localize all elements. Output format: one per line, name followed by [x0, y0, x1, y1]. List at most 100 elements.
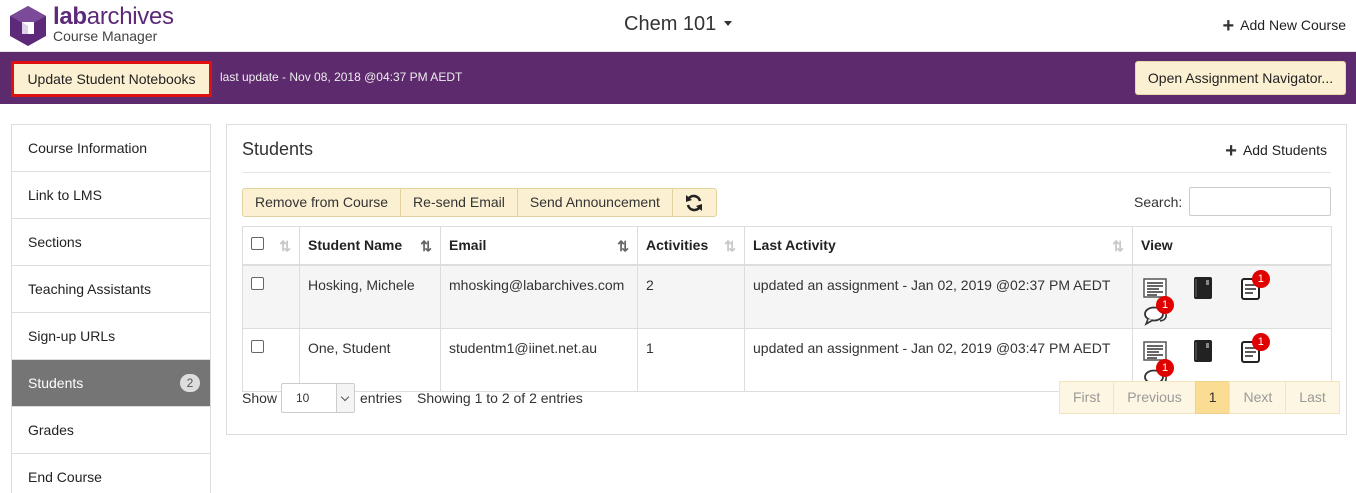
- sidebar-item-course-information[interactable]: Course Information: [12, 125, 210, 172]
- pager-first[interactable]: First: [1059, 381, 1115, 414]
- sidebar-item-students[interactable]: Students 2: [12, 360, 210, 407]
- sidebar-item-label: Course Information: [28, 140, 148, 156]
- column-header-view: View: [1132, 226, 1332, 266]
- email-cell: mhosking@labarchives.com: [440, 264, 638, 329]
- students-panel: Students + Add Students Remove from Cours…: [226, 124, 1347, 435]
- top-header: labarchives Course Manager Chem 101 + Add…: [0, 0, 1356, 52]
- pager-current-page[interactable]: 1: [1194, 381, 1231, 414]
- comment-badge: 1: [1156, 358, 1174, 377]
- notebook-icon[interactable]: [1191, 339, 1215, 365]
- pager-last[interactable]: Last: [1285, 381, 1340, 414]
- pagination: First Previous 1 Next Last: [1059, 381, 1340, 414]
- course-toolbar: Update Student Notebooks last update - N…: [0, 52, 1356, 104]
- comments-icon[interactable]: 1: [1143, 295, 1174, 328]
- students-table: ⇅ Student Name ⇅ Email ⇅ Activities ⇅ Last …: [242, 226, 1332, 392]
- assignment-icon[interactable]: 1: [1239, 332, 1270, 365]
- sidebar-item-label: Grades: [28, 422, 74, 438]
- sidebar-item-grades[interactable]: Grades: [12, 407, 210, 454]
- page-size-value: 10: [296, 391, 310, 405]
- sidebar-item-label: Students: [28, 375, 84, 391]
- table-row[interactable]: Hosking, Michele mhosking@labarchives.co…: [242, 264, 1332, 329]
- row-checkbox[interactable]: [251, 276, 264, 290]
- action-button-group: Remove from Course Re-send Email Send An…: [242, 188, 717, 217]
- panel-title: Students: [242, 139, 314, 159]
- students-count-badge: 2: [180, 374, 200, 392]
- column-label: Last Activity: [753, 237, 836, 254]
- column-header-student-name[interactable]: Student Name ⇅: [299, 226, 441, 266]
- sidebar-item-end-course[interactable]: End Course: [12, 454, 210, 493]
- brand-name: labarchives: [53, 3, 174, 30]
- notebook-badge: 1: [1251, 269, 1270, 288]
- entries-label: entries: [360, 390, 403, 406]
- add-new-course-button[interactable]: + Add New Course: [1222, 15, 1346, 37]
- plus-icon: +: [1225, 140, 1237, 162]
- view-actions-cell: 1 1: [1132, 264, 1332, 329]
- remove-from-course-button[interactable]: Remove from Course: [242, 188, 402, 217]
- sort-icon[interactable]: ⇅: [617, 238, 629, 255]
- pager-previous[interactable]: Previous: [1113, 381, 1196, 414]
- refresh-button[interactable]: [671, 188, 717, 217]
- add-new-course-label: Add New Course: [1240, 17, 1346, 33]
- email-cell: studentm1@iinet.net.au: [440, 327, 638, 392]
- update-student-notebooks-button[interactable]: Update Student Notebooks: [11, 61, 212, 97]
- row-select-cell: [242, 264, 300, 329]
- last-update-text: last update - Nov 08, 2018 @04:37 PM AED…: [220, 70, 463, 84]
- sidebar-item-label: Link to LMS: [28, 187, 102, 203]
- column-header-activities[interactable]: Activities ⇅: [637, 226, 745, 266]
- activities-cell: 2: [637, 264, 745, 329]
- comment-badge: 1: [1156, 295, 1174, 314]
- send-announcement-button[interactable]: Send Announcement: [516, 188, 673, 217]
- labarchives-logo-icon[interactable]: [8, 5, 48, 47]
- sort-icon[interactable]: ⇅: [420, 238, 432, 255]
- plus-icon: +: [1222, 15, 1235, 37]
- open-assignment-navigator-button[interactable]: Open Assignment Navigator...: [1135, 61, 1346, 95]
- sidebar-item-teaching-assistants[interactable]: Teaching Assistants: [12, 266, 210, 313]
- course-name: Chem 101: [624, 13, 717, 35]
- search-label: Search:: [1134, 194, 1183, 210]
- row-select-cell: [242, 327, 300, 392]
- column-label: Email: [449, 237, 487, 254]
- sort-icon[interactable]: ⇅: [1112, 238, 1124, 255]
- brand-subtitle: Course Manager: [53, 28, 158, 44]
- chevron-down-icon: [336, 384, 354, 412]
- column-header-last-activity[interactable]: Last Activity ⇅: [744, 226, 1133, 266]
- column-header-email[interactable]: Email ⇅: [440, 226, 638, 266]
- sidebar: Course Information Link to LMS Sections …: [11, 124, 211, 493]
- pager-next[interactable]: Next: [1229, 381, 1287, 414]
- course-selector[interactable]: Chem 101: [624, 13, 733, 36]
- last-activity-cell: updated an assignment - Jan 02, 2019 @02…: [744, 264, 1133, 329]
- column-label: Student Name: [308, 237, 403, 254]
- column-label: Activities: [646, 237, 709, 254]
- activities-cell: 1: [637, 327, 745, 392]
- row-checkbox[interactable]: [251, 339, 264, 353]
- sidebar-item-sign-up-urls[interactable]: Sign-up URLs: [12, 313, 210, 360]
- assignment-icon[interactable]: 1: [1239, 269, 1270, 302]
- show-label: Show: [242, 390, 278, 406]
- sidebar-item-link-to-lms[interactable]: Link to LMS: [12, 172, 210, 219]
- sidebar-item-label: End Course: [28, 469, 102, 485]
- sidebar-item-label: Teaching Assistants: [28, 281, 151, 297]
- table-header-row: ⇅ Student Name ⇅ Email ⇅ Activities ⇅ Last …: [242, 226, 1332, 266]
- page-size-select[interactable]: 10: [281, 383, 355, 413]
- caret-down-icon: [724, 20, 733, 26]
- sidebar-item-sections[interactable]: Sections: [12, 219, 210, 266]
- notebook-icon[interactable]: [1191, 276, 1215, 302]
- resend-email-button[interactable]: Re-send Email: [400, 188, 518, 217]
- select-all-header: ⇅: [242, 226, 300, 266]
- divider: [242, 172, 1331, 173]
- add-students-label: Add Students: [1242, 142, 1327, 158]
- sort-icon[interactable]: ⇅: [279, 238, 291, 255]
- column-label: View: [1141, 237, 1173, 254]
- search-input[interactable]: [1189, 187, 1331, 216]
- sidebar-item-label: Sections: [28, 234, 82, 250]
- select-all-checkbox[interactable]: [251, 237, 264, 251]
- sidebar-item-label: Sign-up URLs: [28, 328, 116, 344]
- refresh-icon: [686, 194, 703, 212]
- student-name-cell: One, Student: [299, 327, 441, 392]
- student-name-cell: Hosking, Michele: [299, 264, 441, 329]
- table-info: Showing 1 to 2 of 2 entries: [417, 390, 583, 406]
- add-students-button[interactable]: + Add Students: [1225, 140, 1327, 162]
- sort-icon[interactable]: ⇅: [724, 238, 736, 255]
- brand[interactable]: labarchives Course Manager: [53, 3, 174, 44]
- notebook-badge: 1: [1251, 332, 1270, 351]
